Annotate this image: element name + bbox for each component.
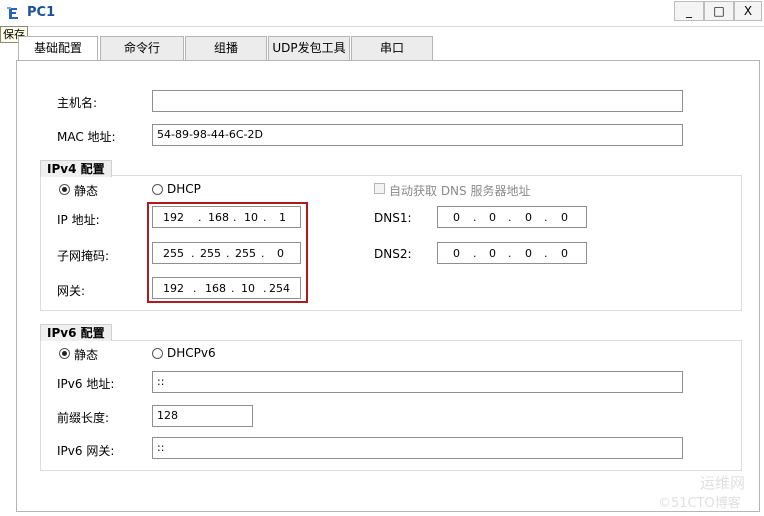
dns1-octet-4: 0 xyxy=(561,211,568,224)
dns1-octet-3: 0 xyxy=(525,211,532,224)
ipv4-static-label: 静态 xyxy=(74,184,99,198)
ipv6-static-radio[interactable] xyxy=(59,348,70,359)
highlight-frame xyxy=(147,202,308,303)
prefix-input[interactable]: 128 xyxy=(152,405,253,427)
ipv6-addr-label: IPv6 地址: xyxy=(57,377,115,391)
dns2-octet-1: 0 xyxy=(453,247,460,260)
maximize-button[interactable]: □ xyxy=(704,1,734,21)
gateway-label: 网关: xyxy=(57,284,86,298)
ip-label: IP 地址: xyxy=(57,213,100,227)
ipv6-gateway-label: IPv6 网关: xyxy=(57,444,115,458)
ipv6-static-label: 静态 xyxy=(74,348,99,362)
dns1-label: DNS1: xyxy=(374,211,412,225)
ipv6-dhcp-radio[interactable] xyxy=(152,348,163,359)
minimize-button[interactable]: _ xyxy=(674,1,704,21)
ipv6-gateway-input[interactable]: :: xyxy=(152,437,683,459)
mac-label: MAC 地址: xyxy=(57,130,116,144)
ipv6-addr-input[interactable]: :: xyxy=(152,371,683,393)
mask-label: 子网掩码: xyxy=(57,249,110,263)
tab-basic-config[interactable]: 基础配置 xyxy=(18,36,98,61)
ipv6-dhcp-label: DHCPv6 xyxy=(167,346,216,360)
close-button[interactable]: X xyxy=(734,1,762,21)
title-bar: PC1 _ □ X xyxy=(0,0,764,27)
dns2-octet-4: 0 xyxy=(561,247,568,260)
dns2-label: DNS2: xyxy=(374,247,412,261)
hostname-label: 主机名: xyxy=(57,96,98,110)
hostname-input[interactable] xyxy=(152,90,683,112)
watermark-line2: ©51CTO博客 xyxy=(658,496,741,511)
dns1-octet-2: 0 xyxy=(489,211,496,224)
tab-udp-tool[interactable]: UDP发包工具 xyxy=(268,36,350,60)
watermark-line1: 运维网 xyxy=(700,474,746,492)
dns2-octet-2: 0 xyxy=(489,247,496,260)
window-title: PC1 xyxy=(27,5,56,20)
ipv4-group-title: IPv4 配置 xyxy=(40,160,112,177)
dns2-input[interactable]: 0 . 0 . 0 . 0 xyxy=(437,242,587,264)
tab-serial[interactable]: 串口 xyxy=(351,36,433,60)
ipv4-dhcp-label: DHCP xyxy=(167,182,201,196)
mac-input[interactable]: 54-89-98-44-6C-2D xyxy=(152,124,683,146)
ipv4-static-radio[interactable] xyxy=(59,184,70,195)
prefix-label: 前缀长度: xyxy=(57,411,110,425)
app-icon xyxy=(7,7,18,19)
dns2-octet-3: 0 xyxy=(525,247,532,260)
auto-dns-label: 自动获取 DNS 服务器地址 xyxy=(389,184,531,198)
dns1-octet-1: 0 xyxy=(453,211,460,224)
ipv6-group-title: IPv6 配置 xyxy=(40,324,112,341)
tab-command-line[interactable]: 命令行 xyxy=(100,36,184,60)
dns1-input[interactable]: 0 . 0 . 0 . 0 xyxy=(437,206,587,228)
ipv4-dhcp-radio[interactable] xyxy=(152,184,163,195)
auto-dns-checkbox[interactable] xyxy=(374,183,385,194)
tab-multicast[interactable]: 组播 xyxy=(185,36,267,60)
